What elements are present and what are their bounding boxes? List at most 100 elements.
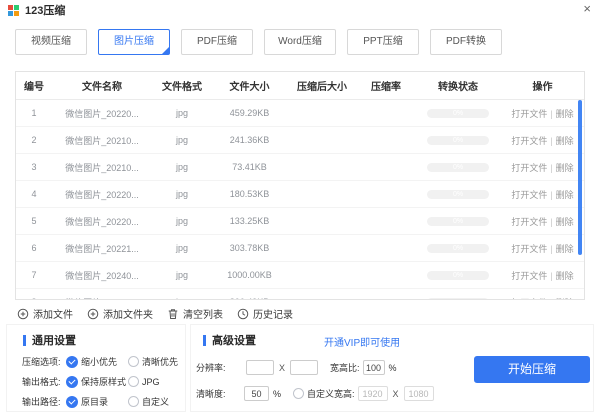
row-number: 2	[16, 135, 52, 145]
open-file-link[interactable]: 打开文件	[511, 271, 547, 281]
progress-text: 0%	[453, 244, 463, 253]
option-jpg-format[interactable]: JPG	[128, 376, 160, 387]
file-size: 806.49KB	[212, 297, 287, 300]
row-number: 8	[16, 297, 52, 300]
col-file-name: 文件名称	[52, 78, 152, 93]
resolution-x-separator: X	[279, 363, 285, 373]
add-file-button[interactable]: 添加文件	[17, 306, 73, 321]
open-file-link[interactable]: 打开文件	[511, 217, 547, 227]
conversion-status: 0%	[415, 136, 501, 145]
history-button[interactable]: 历史记录	[237, 306, 293, 321]
open-file-link[interactable]: 打开文件	[511, 190, 547, 200]
delete-link[interactable]: 删除	[556, 190, 574, 200]
open-file-link[interactable]: 打开文件	[511, 298, 547, 301]
file-format: jpg	[152, 108, 212, 118]
clarity-label: 清晰度:	[196, 387, 240, 400]
delete-link[interactable]: 删除	[556, 244, 574, 254]
row-actions: 打开文件|删除	[501, 134, 584, 147]
app-logo-icon	[8, 5, 19, 16]
resolution-height-input[interactable]	[290, 360, 318, 375]
clarity-input[interactable]	[244, 386, 269, 401]
option-clarity-priority[interactable]: 清晰优先	[128, 355, 178, 368]
delete-link[interactable]: 删除	[556, 217, 574, 227]
conversion-status: 0%	[415, 271, 501, 280]
close-icon[interactable]: ×	[583, 2, 591, 16]
table-row-clipped: 8 微信图片_20240... jpg 806.49KB 0% 打开文件|删除	[16, 289, 584, 300]
file-name: 微信图片_20220...	[52, 215, 152, 228]
row-actions: 打开文件|删除	[501, 107, 584, 120]
file-size: 241.36KB	[212, 135, 287, 145]
tab-pdf-convert[interactable]: PDF转换	[430, 29, 502, 55]
open-file-link[interactable]: 打开文件	[511, 244, 547, 254]
custom-size-radio-icon[interactable]	[293, 388, 304, 399]
tab-word-compress[interactable]: Word压缩	[264, 29, 336, 55]
progress-text: 0%	[453, 190, 463, 199]
start-compression-button[interactable]: 开始压缩	[474, 356, 590, 383]
row-actions: 打开文件| 删除	[501, 269, 584, 282]
progress-bar: 0%	[427, 163, 489, 172]
tab-pdf-compress[interactable]: PDF压缩	[181, 29, 253, 55]
file-size: 1000.00KB	[212, 270, 287, 280]
open-file-link[interactable]: 打开文件	[511, 136, 547, 146]
table-row: 3 微信图片_20210... jpg 73.41KB 0% 打开文件|删除	[16, 154, 584, 181]
option-shrink-priority[interactable]: 缩小优先	[66, 355, 128, 368]
file-format: jpg	[152, 189, 212, 199]
conversion-status: 0%	[415, 163, 501, 172]
file-size: 180.53KB	[212, 189, 287, 199]
option-custom-path[interactable]: 自定义	[128, 395, 169, 408]
file-size: 133.25KB	[212, 216, 287, 226]
option-label: JPG	[142, 377, 160, 387]
table-row: 1 微信图片_20220... jpg 459.29KB 0% 打开文件|删除	[16, 100, 584, 127]
conversion-status: 0%	[415, 217, 501, 226]
row-actions: 打开文件|删除	[501, 215, 584, 228]
row-actions: 打开文件|删除	[501, 296, 584, 301]
delete-link[interactable]: 删除	[556, 136, 574, 146]
clear-list-label: 清空列表	[183, 306, 223, 321]
delete-link[interactable]: 删除	[556, 271, 574, 281]
table-row: 2 微信图片_20210... jpg 241.36KB 0% 打开文件|删除	[16, 127, 584, 154]
tab-image-compress[interactable]: 图片压缩	[98, 29, 170, 55]
action-separator: |	[550, 244, 552, 254]
tab-video-compress[interactable]: 视频压缩	[15, 29, 87, 55]
row-number: 3	[16, 162, 52, 172]
output-path-label: 输出路径:	[22, 395, 66, 408]
clear-list-button[interactable]: 清空列表	[167, 306, 223, 321]
add-folder-button[interactable]: 添加文件夹	[87, 306, 153, 321]
compression-option-row: 压缩选项: 缩小优先 清晰优先	[22, 355, 185, 368]
custom-size-label: 自定义宽高:	[307, 387, 355, 400]
option-original-directory[interactable]: 原目录	[66, 395, 128, 408]
add-file-label: 添加文件	[33, 306, 73, 321]
file-name: 微信图片_20220...	[52, 107, 152, 120]
open-file-link[interactable]: 打开文件	[511, 163, 547, 173]
custom-width-input[interactable]	[358, 386, 388, 401]
progress-text: 0%	[453, 109, 463, 118]
table-row: 5 微信图片_20220... jpg 133.25KB 0% 打开文件|删除	[16, 208, 584, 235]
progress-bar: 0%	[427, 109, 489, 118]
clarity-row: 清晰度: % 自定义宽高: X	[191, 386, 593, 401]
resolution-label: 分辨率:	[196, 361, 240, 374]
option-label: 保持原样式	[81, 375, 126, 388]
delete-link[interactable]: 删除	[556, 163, 574, 173]
open-file-link[interactable]: 打开文件	[511, 109, 547, 119]
vertical-scrollbar[interactable]	[578, 100, 582, 255]
vip-notice-link[interactable]: 开通VIP即可使用	[324, 334, 400, 349]
row-actions: 打开文件| 删除	[501, 242, 584, 255]
custom-height-input[interactable]	[404, 386, 434, 401]
window-title: 123压缩	[25, 2, 65, 18]
output-format-label: 输出格式:	[22, 375, 66, 388]
delete-link[interactable]: 删除	[556, 298, 574, 301]
file-name: 微信图片_20210...	[52, 134, 152, 147]
row-actions: 打开文件|删除	[501, 188, 584, 201]
aspect-ratio-input[interactable]	[363, 360, 385, 375]
delete-link[interactable]: 删除	[556, 109, 574, 119]
col-conversion-status: 转换状态	[415, 78, 501, 93]
option-keep-original-format[interactable]: 保持原样式	[66, 375, 128, 388]
file-name: 微信图片_20240...	[52, 296, 152, 301]
general-settings-panel: 通用设置 压缩选项: 缩小优先 清晰优先 输出格式: 保持原样式 JPG 输出路…	[6, 324, 186, 412]
action-separator: |	[550, 271, 552, 281]
tab-ppt-compress[interactable]: PPT压缩	[347, 29, 419, 55]
titlebar: 123压缩 ×	[0, 0, 600, 20]
row-number: 7	[16, 270, 52, 280]
resolution-width-input[interactable]	[246, 360, 274, 375]
file-size: 73.41KB	[212, 162, 287, 172]
